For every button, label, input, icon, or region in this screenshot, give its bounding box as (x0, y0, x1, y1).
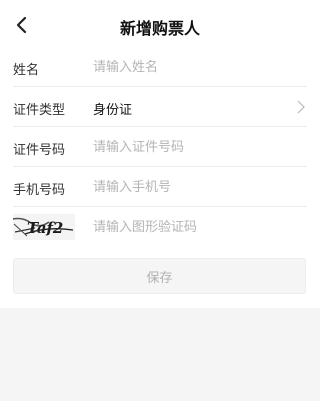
name-label: 姓名 (13, 63, 40, 78)
page-title: 新增购票人 (119, 19, 200, 38)
id-type-label: 证件类型 (13, 103, 66, 118)
id-number-label: 证件号码 (13, 143, 66, 158)
form-panel: 新增购票人 姓名 证件类型 身份证 证件号码 手机号码 (0, 0, 320, 308)
phone-label: 手机号码 (13, 183, 66, 198)
phone-row: 手机号码 (13, 167, 307, 207)
captcha-text: Taf2 (27, 219, 63, 237)
id-type-value: 身份证 (93, 103, 133, 118)
chevron-right-icon (297, 100, 305, 114)
phone-input[interactable] (93, 175, 287, 199)
name-row: 姓名 (13, 47, 307, 87)
captcha-row: Taf2 (12, 207, 307, 247)
id-number-row: 证件号码 (13, 127, 307, 167)
passenger-form: 姓名 证件类型 身份证 证件号码 手机号码 (0, 47, 320, 247)
name-input[interactable] (93, 55, 287, 79)
nav-bar: 新增购票人 (0, 0, 320, 50)
id-number-input[interactable] (93, 135, 287, 159)
captcha-graphic: Taf2 (12, 214, 75, 240)
id-type-row[interactable]: 证件类型 身份证 (13, 87, 307, 127)
captcha-input[interactable] (93, 215, 287, 239)
save-button[interactable]: 保存 (13, 258, 306, 294)
captcha-image[interactable]: Taf2 (12, 214, 75, 240)
